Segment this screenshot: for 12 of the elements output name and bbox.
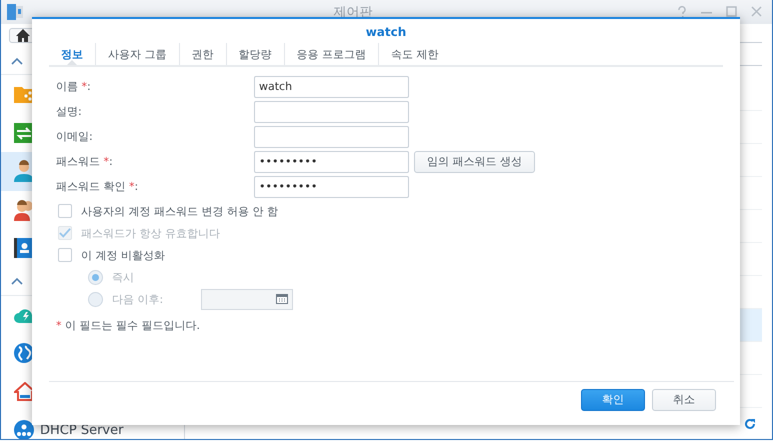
field-label: 설명: [56, 104, 83, 119]
checkbox-label: 패스워드가 항상 유효합니다 [81, 226, 220, 240]
dialog-title: watch [364, 24, 408, 41]
field-label: 패스워드 *: [56, 154, 114, 169]
checkbox-label: 이 계정 비활성화 [81, 248, 165, 262]
field-label: 이메일: [56, 129, 94, 144]
checkbox-label: 사용자의 계정 패스워드 변경 허용 안 함 [81, 204, 278, 218]
field-label: 패스워드 확인 *: [56, 179, 140, 194]
radio-label: 다음 이후: [112, 292, 164, 306]
required-note: * 이 필드는 필수 필드입니다. [56, 318, 201, 333]
field-label: 이름 *: [56, 79, 92, 94]
radio-label: 즉시 [112, 270, 135, 284]
